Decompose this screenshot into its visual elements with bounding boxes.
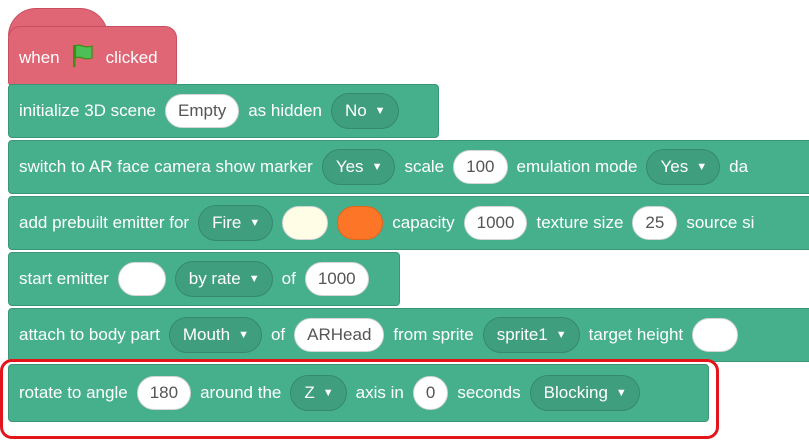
- start-emitter-block[interactable]: start emitter by rate ▼ of 1000: [8, 252, 400, 306]
- block-label: attach to body part: [19, 325, 160, 344]
- target-height-input[interactable]: [692, 318, 739, 352]
- block-label: start emitter: [19, 269, 109, 288]
- color-swatch-1[interactable]: [282, 206, 329, 240]
- hidden-dropdown[interactable]: No ▼: [330, 93, 399, 129]
- block-label: as hidden: [248, 101, 322, 120]
- chevron-down-icon: ▼: [248, 273, 260, 285]
- color-swatch-2[interactable]: [337, 206, 384, 240]
- rate-mode-dropdown[interactable]: by rate ▼: [174, 261, 273, 297]
- chevron-down-icon: ▼: [238, 329, 249, 341]
- head-input[interactable]: ARHead: [294, 318, 385, 352]
- block-label: emulation mode: [516, 157, 638, 176]
- when-label: when: [19, 48, 60, 67]
- body-part-dropdown[interactable]: Mouth ▼: [168, 317, 262, 353]
- dropdown-value: Yes: [660, 157, 689, 176]
- dropdown-value: by rate: [188, 269, 241, 288]
- block-label: capacity: [392, 213, 455, 232]
- block-label: add prebuilt emitter for: [19, 213, 190, 232]
- rate-input[interactable]: 1000: [304, 262, 369, 296]
- chevron-down-icon: ▼: [696, 161, 708, 173]
- dropdown-value: Fire: [212, 213, 242, 232]
- dropdown-value: sprite1: [496, 325, 548, 344]
- clicked-label: clicked: [105, 48, 158, 67]
- chevron-down-icon: ▼: [374, 105, 386, 117]
- block-label: source si: [686, 213, 755, 232]
- switch-ar-face-camera-block[interactable]: switch to AR face camera show marker Yes…: [8, 140, 809, 194]
- scene-input[interactable]: Empty: [165, 94, 240, 128]
- texture-size-input[interactable]: 25: [632, 206, 678, 240]
- dropdown-value: No: [344, 101, 367, 120]
- chevron-down-icon: ▼: [249, 217, 261, 229]
- capacity-input[interactable]: 1000: [463, 206, 528, 240]
- block-label: da: [729, 157, 749, 176]
- sprite-dropdown[interactable]: sprite1 ▼: [482, 317, 580, 353]
- chevron-down-icon: ▼: [371, 161, 383, 173]
- block-label: of: [270, 325, 286, 344]
- chevron-down-icon: ▼: [555, 329, 567, 341]
- initialize-3d-scene-block[interactable]: initialize 3D scene Empty as hidden No ▼: [8, 84, 439, 138]
- block-label: texture size: [536, 213, 624, 232]
- show-marker-dropdown[interactable]: Yes ▼: [321, 149, 396, 185]
- emulation-mode-dropdown[interactable]: Yes ▼: [646, 149, 721, 185]
- emitter-type-dropdown[interactable]: Fire ▼: [198, 205, 274, 241]
- add-prebuilt-emitter-block[interactable]: add prebuilt emitter for Fire ▼ capacity …: [8, 196, 809, 250]
- dropdown-value: Yes: [335, 157, 364, 176]
- scale-input[interactable]: 100: [453, 150, 508, 184]
- when-flag-clicked-block[interactable]: when clicked: [8, 26, 177, 86]
- attach-to-body-part-block[interactable]: attach to body part Mouth ▼ of ARHead fro…: [8, 308, 809, 362]
- block-label: target height: [588, 325, 684, 344]
- dropdown-value: Mouth: [182, 325, 231, 344]
- emitter-input[interactable]: [117, 262, 166, 296]
- green-flag-icon: [70, 43, 96, 74]
- block-label: initialize 3D scene: [19, 101, 157, 120]
- block-label: switch to AR face camera show marker: [19, 157, 313, 176]
- block-label: of: [281, 269, 296, 288]
- highlight-box: [0, 359, 719, 439]
- block-label: from sprite: [393, 325, 474, 344]
- block-label: scale: [404, 157, 445, 176]
